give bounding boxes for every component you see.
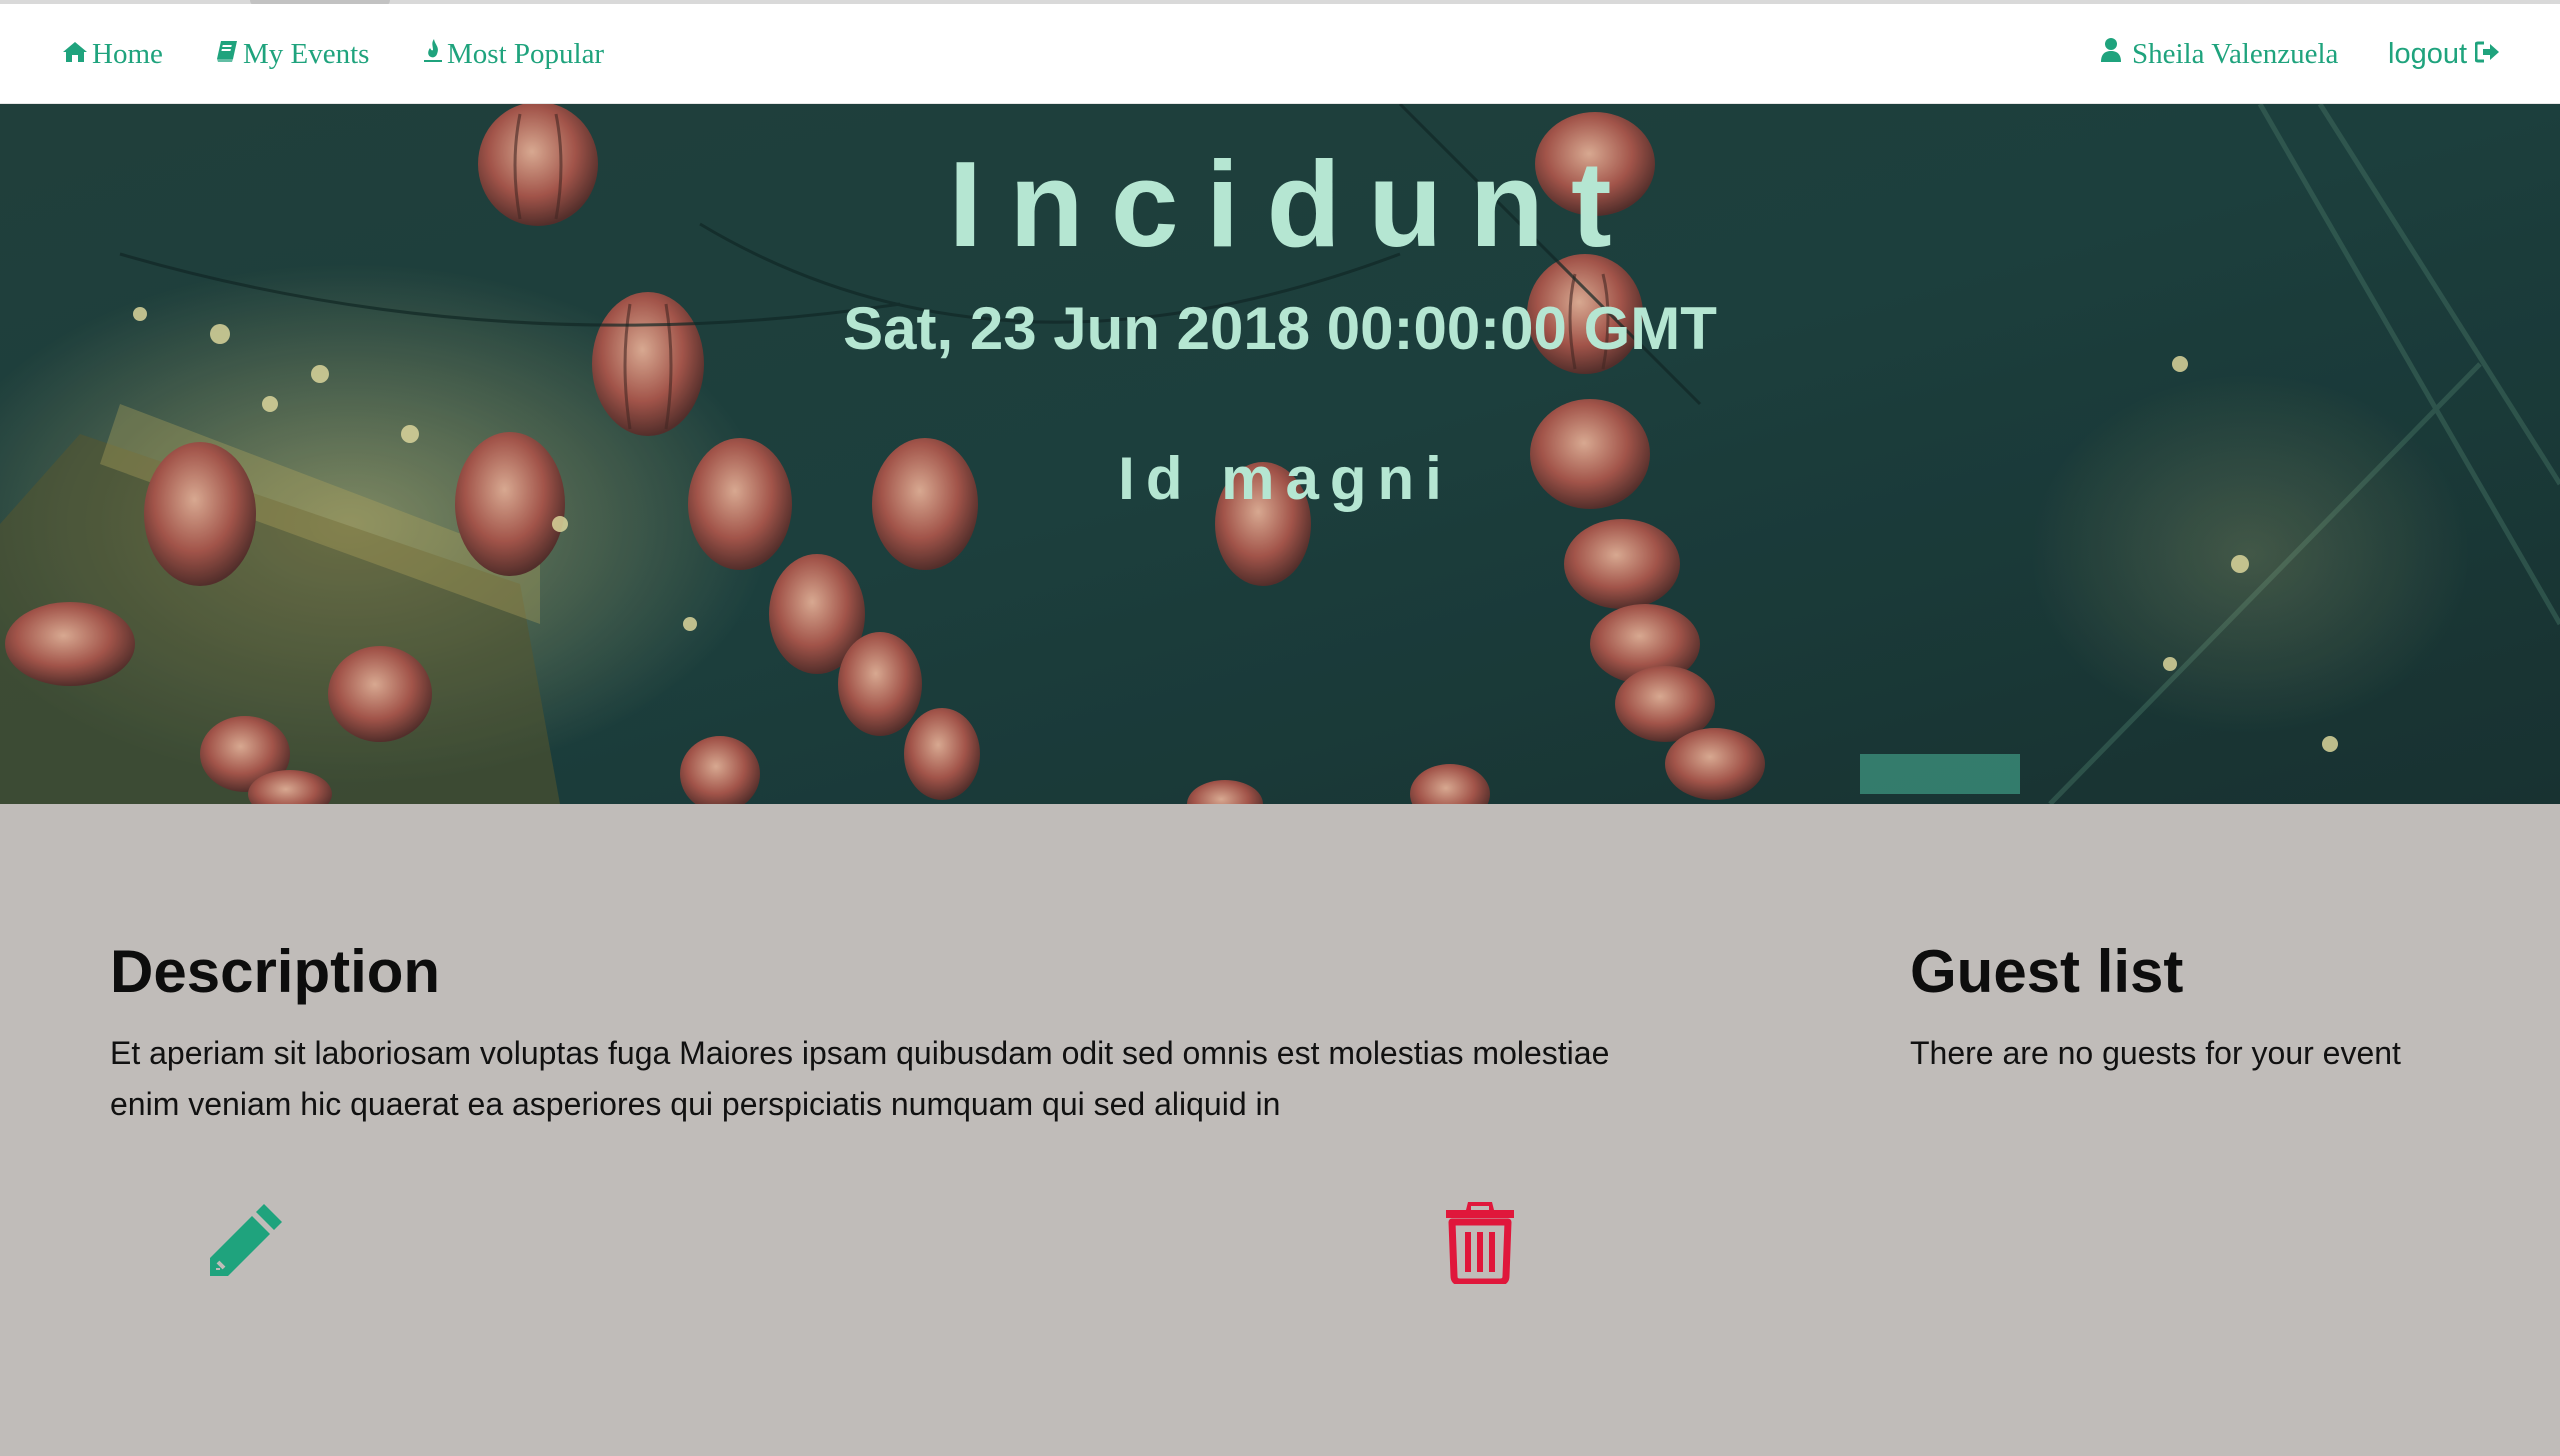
sign-out-icon bbox=[2474, 38, 2501, 71]
trash-icon[interactable] bbox=[1440, 1198, 1520, 1289]
book-icon bbox=[215, 38, 239, 71]
nav-user-name: Sheila Valenzuela bbox=[2132, 37, 2339, 70]
fire-icon bbox=[423, 37, 443, 71]
event-subtitle: Id magni bbox=[1118, 445, 1453, 512]
nav-most-popular-link[interactable]: Most Popular bbox=[423, 4, 604, 104]
home-icon bbox=[62, 38, 88, 71]
logout-link[interactable]: logout bbox=[2388, 4, 2501, 104]
description-heading: Description bbox=[110, 938, 441, 1005]
nav-home-link[interactable]: Home bbox=[62, 4, 163, 104]
nav-my-events-link[interactable]: My Events bbox=[215, 4, 369, 104]
event-hero-banner: Incidunt Sat, 23 Jun 2018 00:00:00 GMT I… bbox=[0, 104, 2560, 804]
logout-label: logout bbox=[2388, 37, 2468, 70]
pencil-icon[interactable] bbox=[204, 1198, 288, 1287]
user-icon bbox=[2100, 37, 2122, 71]
nav-home-label: Home bbox=[92, 37, 163, 70]
guest-list-heading: Guest list bbox=[1910, 938, 2184, 1005]
guest-list-empty-text: There are no guests for your event bbox=[1910, 1035, 2401, 1071]
nav-user-link[interactable]: Sheila Valenzuela bbox=[2100, 4, 2338, 104]
event-title: Incidunt bbox=[948, 136, 1639, 272]
nav-most-popular-label: Most Popular bbox=[447, 37, 605, 70]
nav-my-events-label: My Events bbox=[243, 37, 370, 70]
description-text: Et aperiam sit laboriosam voluptas fuga … bbox=[110, 1035, 1610, 1122]
navbar: Home My Events Most Popular Sheila Valen… bbox=[0, 4, 2560, 104]
event-date: Sat, 23 Jun 2018 00:00:00 GMT bbox=[843, 295, 1717, 362]
